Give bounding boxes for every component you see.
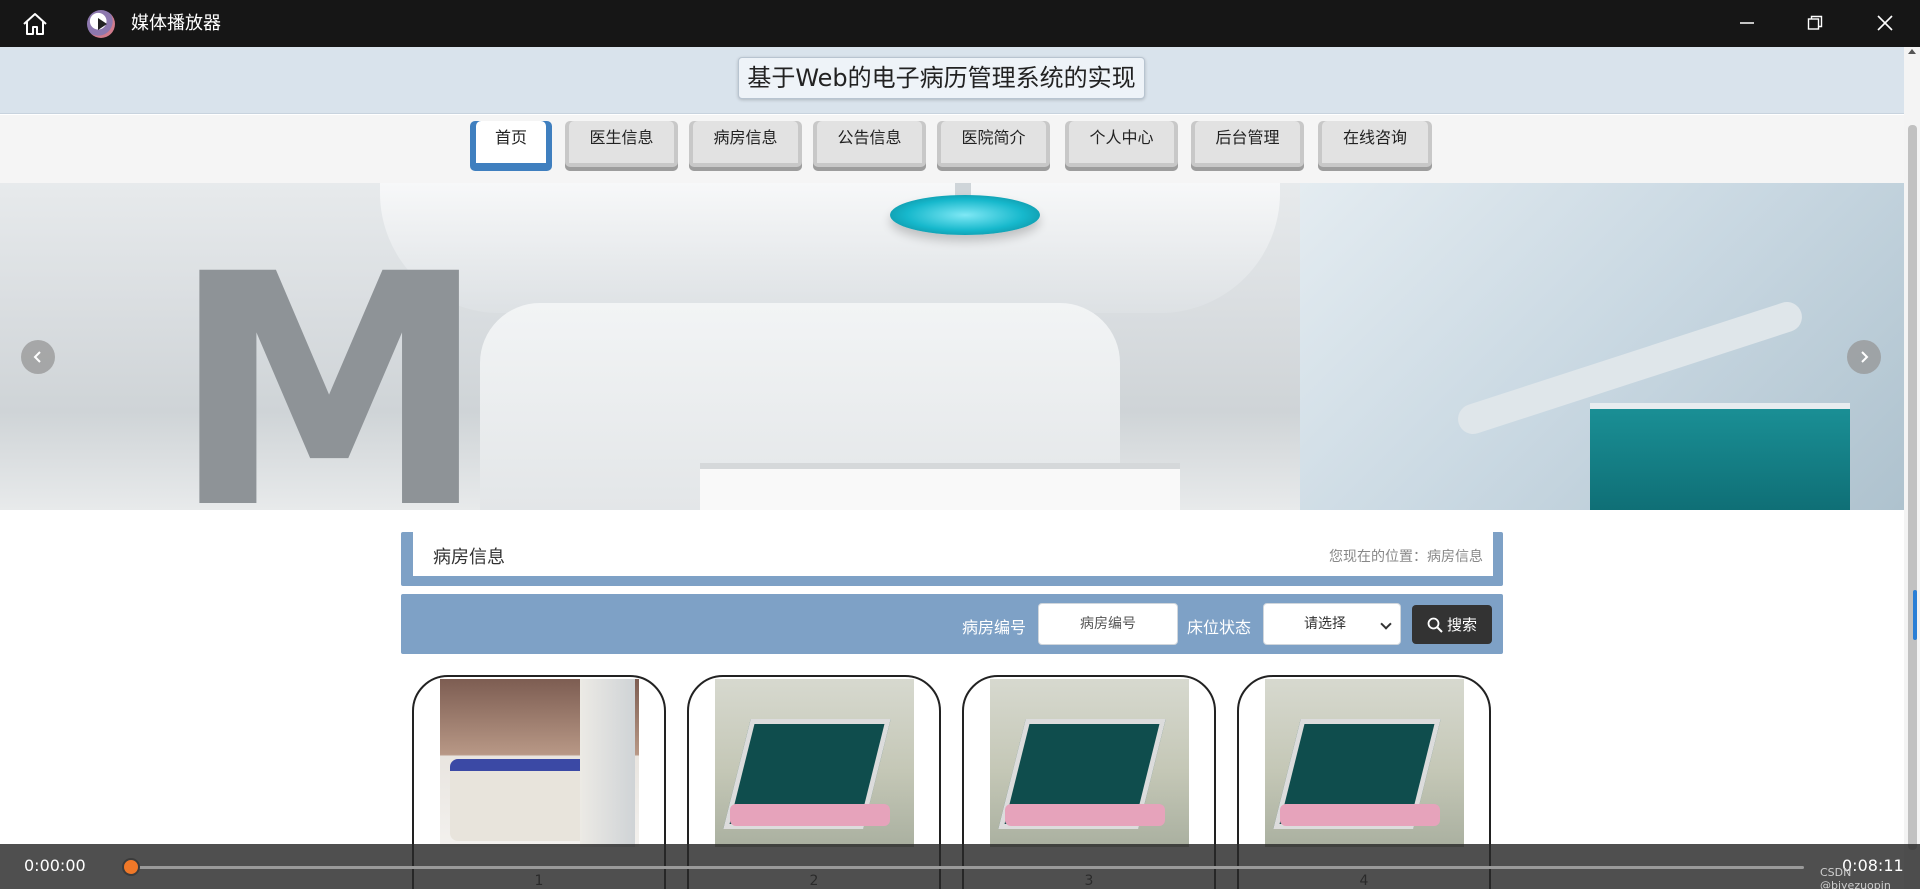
nav-item-hospital-intro[interactable]: 医院简介 xyxy=(937,121,1050,171)
breadcrumb: 您现在的位置：病房信息 xyxy=(1329,549,1483,565)
web-page: 基于Web的电子病历管理系统的实现 首页 医生信息 病房信息 公告信息 医院简介… xyxy=(0,47,1904,889)
chevron-right-icon[interactable] xyxy=(1847,340,1881,374)
nav-item-label: 后台管理 xyxy=(1195,121,1300,163)
ward-photo xyxy=(715,679,914,847)
nav-item-label: 首页 xyxy=(476,121,546,163)
nav-item-label: 病房信息 xyxy=(693,121,798,163)
nav-item-home[interactable]: 首页 xyxy=(470,121,552,171)
home-icon[interactable] xyxy=(20,10,50,38)
banner-ceiling xyxy=(380,183,1280,313)
nav-item-notices[interactable]: 公告信息 xyxy=(813,121,926,171)
scroll-up-icon[interactable] xyxy=(1908,49,1916,54)
restore-icon[interactable] xyxy=(1797,8,1833,38)
ward-photo xyxy=(1265,679,1464,847)
nav-item-label: 在线咨询 xyxy=(1322,121,1428,163)
play-icon xyxy=(87,10,115,38)
nav-item-wards[interactable]: 病房信息 xyxy=(689,121,802,171)
site-header: 基于Web的电子病历管理系统的实现 xyxy=(0,47,1904,114)
ward-photo xyxy=(990,679,1189,847)
current-time: 0:00:00 xyxy=(24,856,86,875)
nav-item-label: 医生信息 xyxy=(569,121,674,163)
volume-indicator xyxy=(1913,590,1917,640)
page-scrollbar[interactable] xyxy=(1904,47,1920,889)
search-bar: 病房编号 病房编号 床位状态 请选择 搜索 xyxy=(401,594,1503,654)
room-number-label: 病房编号 xyxy=(962,618,1027,637)
nav-item-label: 医院简介 xyxy=(941,121,1046,163)
nav-item-admin[interactable]: 后台管理 xyxy=(1191,121,1304,171)
seek-bar[interactable] xyxy=(130,866,1804,869)
section-header: 病房信息 您现在的位置：病房信息 xyxy=(401,532,1503,586)
nav-item-personal-center[interactable]: 个人中心 xyxy=(1065,121,1178,171)
app-title: 媒体播放器 xyxy=(131,13,221,34)
seek-handle[interactable] xyxy=(122,858,140,876)
search-button[interactable]: 搜索 xyxy=(1412,605,1492,644)
player-titlebar: 媒体播放器 xyxy=(0,0,1920,47)
ward-photo xyxy=(440,679,639,847)
banner-equipment-screen xyxy=(1590,403,1850,510)
nav-item-doctors[interactable]: 医生信息 xyxy=(565,121,678,171)
search-icon xyxy=(1427,617,1443,633)
site-title: 基于Web的电子病历管理系统的实现 xyxy=(738,57,1145,99)
bed-status-select[interactable]: 请选择 xyxy=(1263,603,1401,645)
search-button-label: 搜索 xyxy=(1446,616,1477,634)
banner-bed xyxy=(700,463,1180,510)
nav-item-label: 个人中心 xyxy=(1069,121,1174,163)
player-controls: 0:00:00 0:08:11 CSDN @biyezuopin xyxy=(0,844,1920,889)
close-icon[interactable] xyxy=(1867,8,1903,38)
scrollbar-thumb[interactable] xyxy=(1908,125,1917,850)
hero-carousel[interactable]: M xyxy=(0,183,1904,510)
section-title: 病房信息 xyxy=(433,547,505,568)
minimize-icon[interactable] xyxy=(1729,8,1765,38)
nav-item-online-consult[interactable]: 在线咨询 xyxy=(1318,121,1432,171)
banner-wall-graphic: M xyxy=(170,207,488,510)
bed-status-label: 床位状态 xyxy=(1187,618,1252,637)
nav-item-label: 公告信息 xyxy=(817,121,922,163)
room-number-input[interactable]: 病房编号 xyxy=(1038,603,1178,645)
chevron-left-icon[interactable] xyxy=(21,340,55,374)
watermark: CSDN @biyezuopin xyxy=(1820,866,1891,889)
banner-surgical-lamp xyxy=(890,195,1040,235)
